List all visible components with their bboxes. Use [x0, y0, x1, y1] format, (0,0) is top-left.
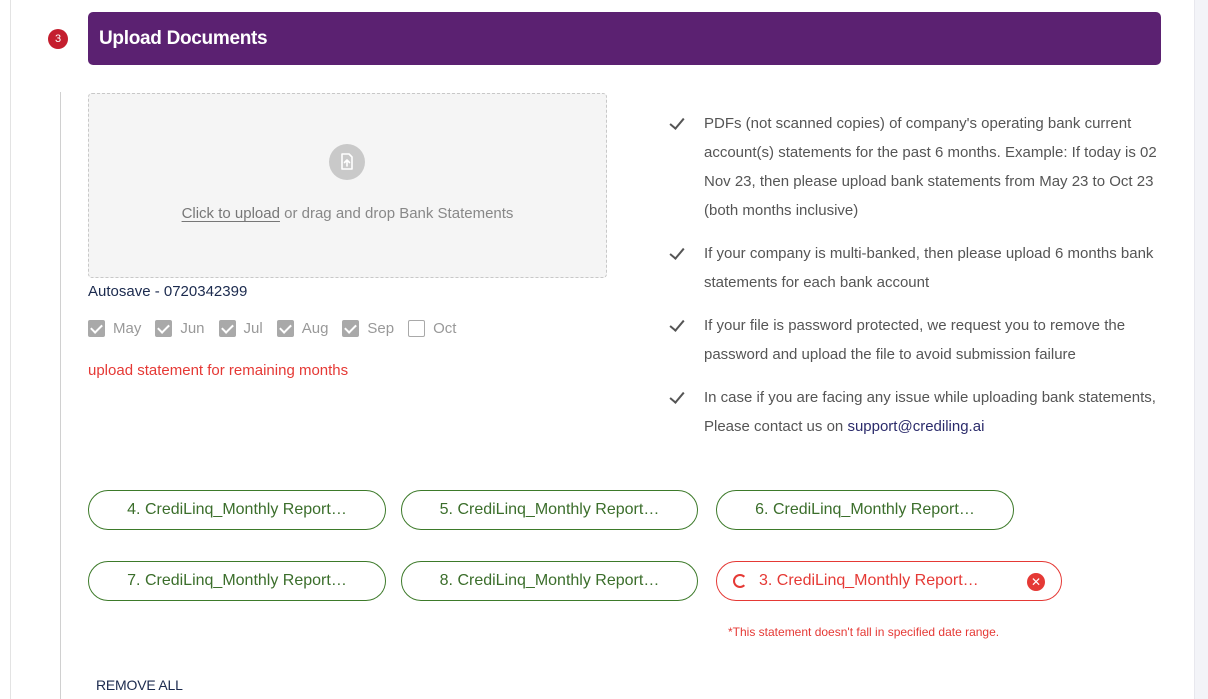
section-header[interactable]: Upload Documents	[88, 12, 1161, 65]
file-chip-error[interactable]: 3. CrediLinq_Monthly Report… ✕	[716, 561, 1062, 601]
file-chip-label: 4. CrediLinq_Monthly Report…	[127, 501, 347, 518]
month-checkbox[interactable]	[218, 320, 236, 337]
left-border	[10, 0, 11, 699]
check-icon	[668, 114, 684, 134]
month-label: May	[113, 320, 142, 337]
step-connector-line	[60, 92, 61, 699]
month-checkbox[interactable]	[155, 320, 173, 337]
remaining-months-warning: upload statement for remaining months	[88, 362, 349, 379]
file-chip-label: 3. CrediLinq_Monthly Report…	[759, 572, 979, 589]
month-checkbox[interactable]	[88, 320, 105, 337]
file-chip-label: 6. CrediLinq_Monthly Report…	[755, 501, 975, 518]
loading-spinner-icon	[733, 574, 747, 588]
month-label: Jun	[180, 320, 205, 337]
month-checkbox[interactable]	[408, 320, 426, 337]
guideline-text: If your company is multi-banked, then pl…	[704, 245, 1154, 291]
guideline-item: In case if you are facing any issue whil…	[668, 386, 1168, 441]
upload-file-icon[interactable]	[329, 144, 365, 180]
section-title: Upload Documents	[99, 27, 268, 49]
guideline-text: If your file is password protected, we r…	[704, 317, 1126, 363]
month-checkbox[interactable]	[276, 320, 294, 337]
guideline-item: If your company is multi-banked, then pl…	[668, 242, 1168, 297]
month-jul[interactable]: Jul	[218, 320, 263, 337]
check-icon	[668, 244, 684, 264]
check-icon	[668, 316, 684, 336]
file-chip[interactable]: 6. CrediLinq_Monthly Report…	[716, 490, 1014, 530]
month-sep[interactable]: Sep	[342, 320, 394, 337]
file-chip-label: 8. CrediLinq_Monthly Report…	[439, 572, 660, 589]
month-aug[interactable]: Aug	[276, 320, 329, 337]
remove-all-button[interactable]: REMOVE ALL	[96, 677, 183, 693]
file-chip-label: 7. CrediLinq_Monthly Report…	[127, 572, 347, 589]
support-email-link[interactable]: support@crediling.ai	[847, 418, 984, 435]
file-chip-label: 5. CrediLinq_Monthly Report…	[439, 501, 660, 518]
month-oct[interactable]: Oct	[408, 320, 456, 337]
month-label: Sep	[367, 320, 395, 337]
upload-guidelines: PDFs (not scanned copies) of company's o…	[668, 112, 1168, 458]
file-chip[interactable]: 8. CrediLinq_Monthly Report…	[401, 561, 698, 601]
file-chip[interactable]: 4. CrediLinq_Monthly Report…	[88, 490, 386, 530]
file-chip[interactable]: 5. CrediLinq_Monthly Report…	[401, 490, 698, 530]
month-jun[interactable]: Jun	[155, 320, 205, 337]
guideline-text: PDFs (not scanned copies) of company's o…	[704, 115, 1157, 219]
month-checklist: May Jun Jul Aug Sep Oct	[88, 320, 470, 337]
check-icon	[668, 388, 684, 408]
remove-file-icon[interactable]: ✕	[1027, 573, 1045, 591]
right-side-panel	[1194, 0, 1208, 699]
file-dropzone[interactable]: Click to upload or drag and drop Bank St…	[88, 93, 607, 278]
dropzone-rest-text: or drag and drop Bank Statements	[279, 205, 514, 222]
month-checkbox[interactable]	[342, 320, 360, 337]
click-to-upload-link[interactable]: Click to upload	[182, 205, 280, 222]
guideline-item: PDFs (not scanned copies) of company's o…	[668, 112, 1168, 225]
guideline-text: In case if you are facing any issue whil…	[704, 383, 1168, 441]
step-number-badge: 3	[48, 29, 68, 49]
file-error-message: *This statement doesn't fall in specifie…	[728, 625, 1000, 639]
month-label: Oct	[433, 320, 457, 337]
month-label: Aug	[301, 320, 329, 337]
guideline-item: If your file is password protected, we r…	[668, 314, 1168, 369]
month-may[interactable]: May	[88, 320, 141, 337]
dropzone-instructions: Click to upload or drag and drop Bank St…	[89, 205, 606, 222]
autosave-label: Autosave - 0720342399	[88, 283, 248, 300]
month-label: Jul	[243, 320, 263, 337]
file-chip[interactable]: 7. CrediLinq_Monthly Report…	[88, 561, 386, 601]
